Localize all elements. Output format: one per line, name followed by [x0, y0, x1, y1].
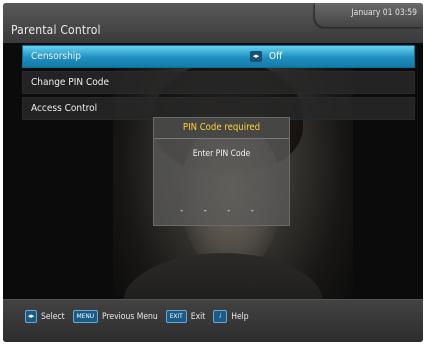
menu-item-censorship[interactable]: Censorship ◂▸ Off	[22, 45, 415, 68]
exit-key-icon: EXIT	[165, 310, 187, 323]
footer-bar: ◂▸ Select MENU Previous Menu EXIT Exit i…	[3, 299, 423, 342]
header-bar: January 01 03:59 Parental Control	[3, 3, 423, 43]
settings-menu: Censorship ◂▸ Off Change PIN Code Access…	[22, 45, 415, 123]
pin-input[interactable]: - - - -	[154, 206, 289, 216]
dialog-message: Enter PIN Code	[192, 149, 251, 159]
tv-screen: January 01 03:59 Parental Control Censor…	[3, 3, 423, 342]
censorship-value[interactable]: Off	[269, 46, 282, 67]
previous-menu-hint-label: Previous Menu	[102, 311, 158, 322]
select-hint-label: Select	[41, 311, 65, 322]
menu-item-label: Access Control	[31, 103, 98, 114]
menu-key-icon: MENU	[72, 310, 99, 323]
page-title: Parental Control	[11, 23, 101, 37]
menu-item-change-pin-code[interactable]: Change PIN Code	[22, 71, 415, 94]
menu-item-label: Censorship	[31, 51, 82, 62]
left-right-arrows-icon: ◂▸	[25, 310, 37, 323]
help-hint-label: Help	[231, 311, 249, 322]
header-datetime-tab: January 01 03:59	[315, 3, 423, 27]
menu-item-label: Change PIN Code	[31, 77, 110, 88]
key-hints: ◂▸ Select MENU Previous Menu EXIT Exit i…	[25, 310, 257, 323]
datetime: January 01 03:59	[351, 8, 417, 18]
pin-code-dialog: PIN Code required Enter PIN Code - - - -	[153, 117, 290, 226]
exit-hint-label: Exit	[190, 311, 206, 322]
left-right-arrows-icon[interactable]: ◂▸	[250, 51, 262, 62]
info-key-icon: i	[213, 310, 228, 323]
dialog-title: PIN Code required	[154, 118, 289, 139]
